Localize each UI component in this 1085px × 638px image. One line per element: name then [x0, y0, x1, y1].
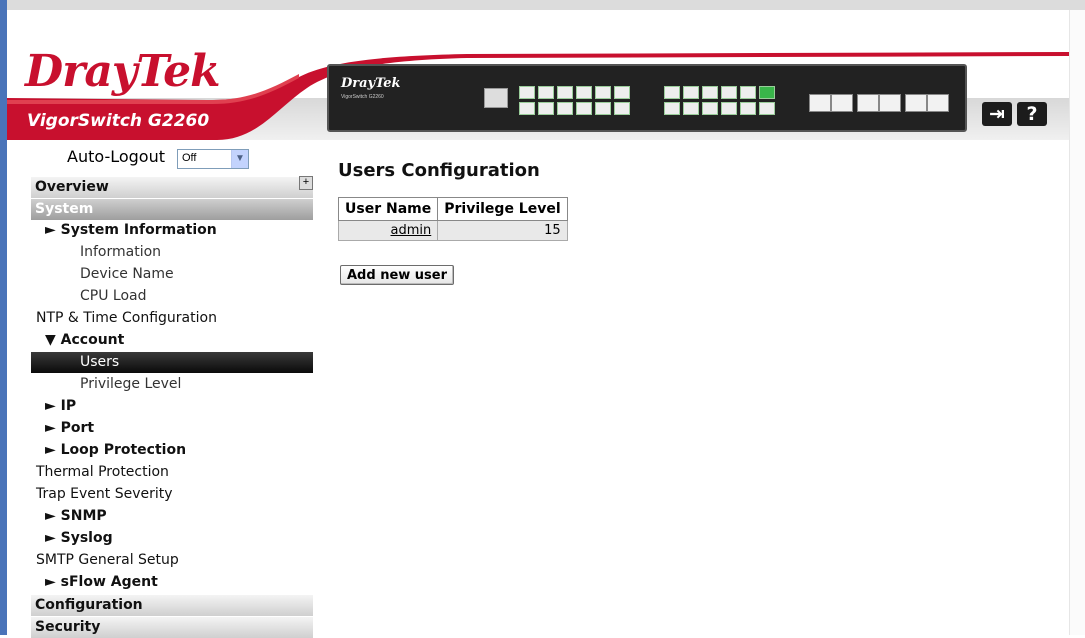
scrollbar-track[interactable]	[1069, 10, 1085, 635]
ethernet-port-icon	[557, 86, 573, 99]
ethernet-port-icon	[683, 102, 699, 115]
ethernet-port-icon	[740, 102, 756, 115]
window-frame-top	[7, 0, 1085, 10]
ethernet-port-icon	[614, 86, 630, 99]
ethernet-port-icon	[683, 86, 699, 99]
sidebar-item[interactable]: ► Syslog	[45, 530, 113, 546]
ethernet-port-icon	[519, 86, 535, 99]
logout-icon: ⇥	[989, 103, 1005, 125]
sidebar-item[interactable]: ► IP	[45, 398, 76, 414]
sfp-port-icon	[857, 94, 879, 112]
column-header-privilege-level: Privilege Level	[437, 197, 568, 221]
sfp-port-icon	[879, 94, 901, 112]
ethernet-port-icon	[576, 86, 592, 99]
sfp-port-icon	[905, 94, 927, 112]
ethernet-port-icon	[614, 102, 630, 115]
table-row: admin 15	[337, 220, 568, 241]
chevron-down-icon[interactable]: ▼	[231, 150, 248, 168]
sidebar-item[interactable]: Trap Event Severity	[36, 486, 173, 502]
draytek-logo: DrayTek	[25, 46, 221, 97]
ethernet-port-icon	[664, 102, 680, 115]
product-name: VigorSwitch G2260	[27, 111, 210, 131]
ethernet-port-icon	[759, 86, 775, 99]
ethernet-port-icon	[576, 102, 592, 115]
sidebar-item[interactable]: ► sFlow Agent	[45, 574, 158, 590]
ethernet-port-icon	[538, 102, 554, 115]
sfp-port-icon	[831, 94, 853, 112]
ethernet-port-icon	[721, 102, 737, 115]
privilege-level-cell: 15	[437, 220, 568, 241]
ethernet-port-icon	[740, 86, 756, 99]
sidebar-item[interactable]: CPU Load	[80, 288, 147, 304]
ethernet-port-icon	[759, 102, 775, 115]
sidebar-item[interactable]: ► SNMP	[45, 508, 107, 524]
help-button[interactable]: ?	[1017, 102, 1047, 126]
expand-all-icon[interactable]: +	[299, 176, 313, 190]
sidebar-item[interactable]: Users	[80, 354, 119, 370]
ethernet-port-icon	[702, 86, 718, 99]
sidebar-item[interactable]: ► System Information	[45, 222, 217, 238]
autologout-select[interactable]: Off ▼	[177, 149, 249, 169]
sidebar-item[interactable]: Device Name	[80, 266, 174, 282]
sidebar-item[interactable]: Thermal Protection	[36, 464, 169, 480]
sidebar-menu: Auto-Logout Off ▼ Overview + System ► Sy…	[31, 140, 313, 638]
logout-button[interactable]: ⇥	[982, 102, 1012, 126]
sidebar-item[interactable]: SMTP General Setup	[36, 552, 179, 568]
menu-category-label: Security	[35, 619, 101, 635]
panel-brand: DrayTek	[341, 76, 401, 91]
menu-category-system[interactable]: System	[31, 199, 313, 220]
menu-category-configuration[interactable]: Configuration	[31, 595, 313, 616]
users-table: User Name Privilege Level admin 15	[337, 197, 568, 241]
sidebar-item[interactable]: NTP & Time Configuration	[36, 310, 217, 326]
ethernet-port-icon	[721, 86, 737, 99]
sfp-port-icon	[809, 94, 831, 112]
help-icon: ?	[1026, 103, 1038, 125]
ethernet-port-icon	[595, 86, 611, 99]
ethernet-port-icon	[664, 86, 680, 99]
window-frame-left	[0, 0, 7, 635]
menu-category-label: Configuration	[35, 597, 143, 613]
sidebar-item[interactable]: ► Port	[45, 420, 94, 436]
ethernet-port-icon	[519, 102, 535, 115]
user-link-admin[interactable]: admin	[391, 223, 432, 238]
ethernet-port-icon	[702, 102, 718, 115]
user-name-cell: admin	[337, 220, 439, 241]
add-new-user-button[interactable]: Add new user	[340, 265, 455, 285]
sfp-port-icon	[927, 94, 949, 112]
ethernet-port-icon	[557, 102, 573, 115]
ethernet-port-icon	[595, 102, 611, 115]
table-header-row: User Name Privilege Level	[337, 197, 568, 221]
menu-category-overview[interactable]: Overview	[31, 177, 313, 198]
sidebar-item[interactable]: ▼ Account	[45, 332, 124, 348]
panel-model: VigorSwitch G2260	[341, 94, 384, 100]
sidebar-item[interactable]: Information	[80, 244, 161, 260]
menu-category-label: Overview	[35, 179, 109, 195]
sidebar-item[interactable]: ► Loop Protection	[45, 442, 186, 458]
sidebar-item[interactable]: Privilege Level	[80, 376, 181, 392]
ethernet-port-icon	[538, 86, 554, 99]
selected-item-highlight	[31, 352, 313, 373]
column-header-user-name: User Name	[337, 197, 439, 221]
menu-category-label: System	[35, 201, 94, 217]
page-title: Users Configuration	[338, 160, 540, 181]
autologout-label: Auto-Logout	[67, 147, 165, 166]
console-port	[484, 88, 508, 108]
header: DrayTek VigorSwitch G2260 DrayTek VigorS…	[7, 10, 1069, 140]
switch-front-panel: DrayTek VigorSwitch G2260	[327, 64, 967, 132]
autologout-value: Off	[182, 152, 197, 164]
